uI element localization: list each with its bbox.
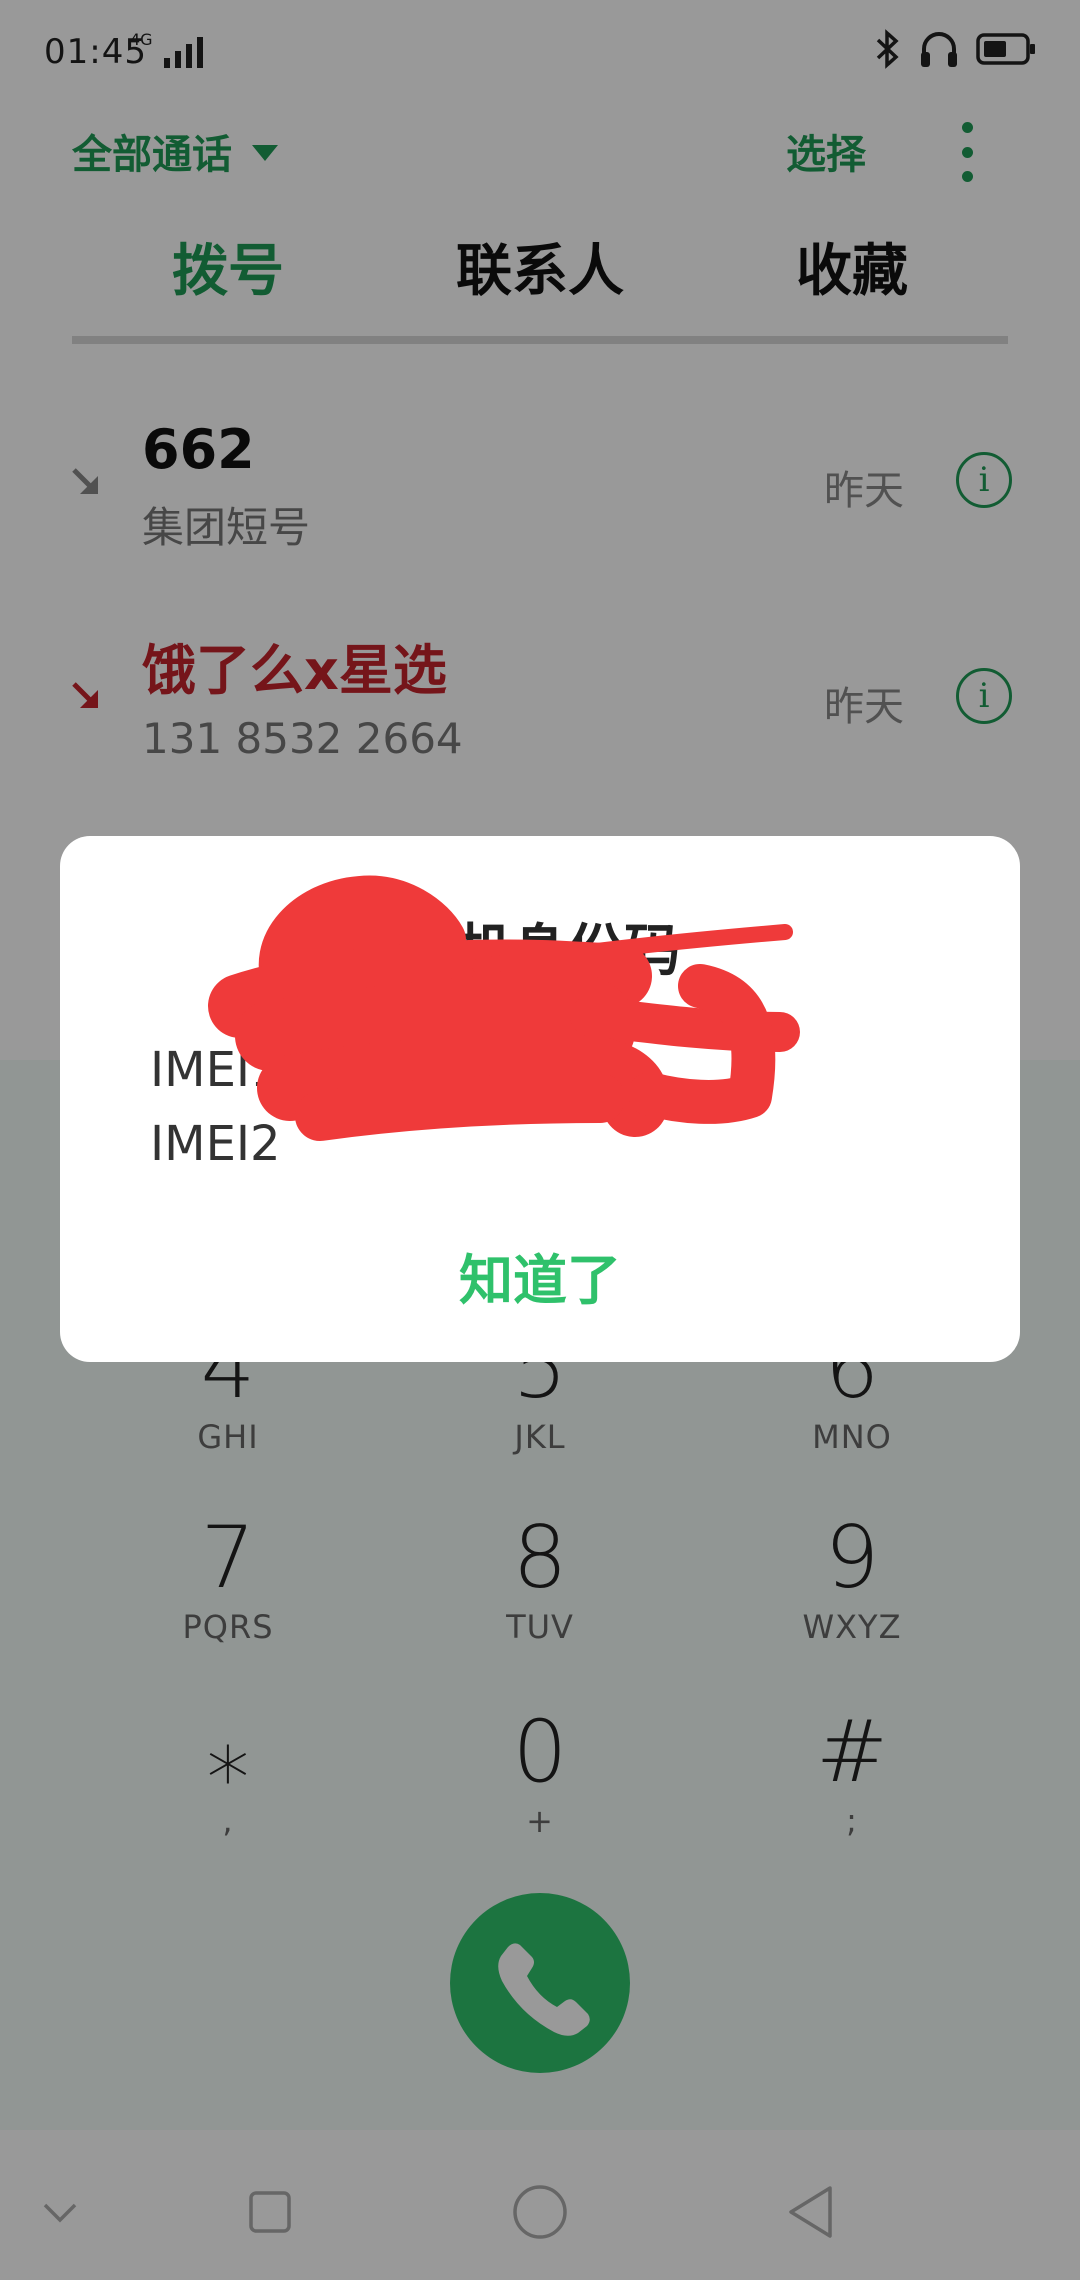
phone-app: 01:45 4G 全部通话 选择 拨号 联系人 收藏 662 集团短号 昨天 i… <box>0 0 1080 2280</box>
imei-dialog: 手机身份码 IMEI1: IMEI2 知道了 <box>60 836 1020 1362</box>
dialog-ok-button[interactable]: 知道了 <box>60 1236 1020 1315</box>
